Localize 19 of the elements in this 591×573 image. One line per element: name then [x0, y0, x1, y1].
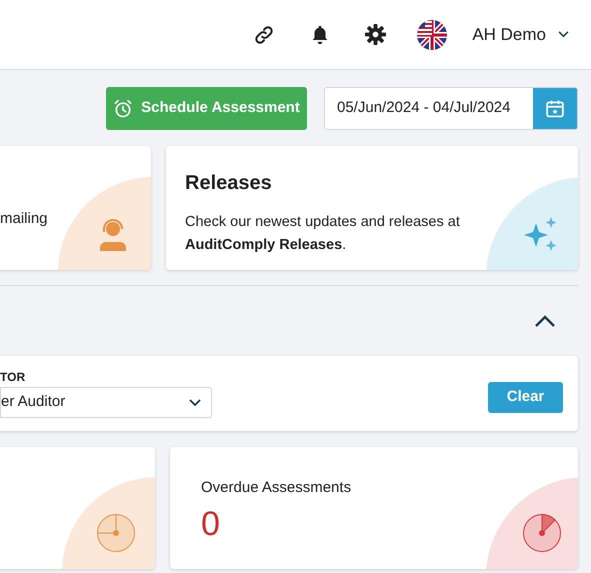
pie-dial-icon	[96, 513, 136, 553]
flag-icon[interactable]	[417, 20, 448, 50]
card-title: Releases	[185, 171, 273, 196]
chevron-down-icon	[558, 31, 569, 38]
settings-icon[interactable]	[364, 23, 388, 46]
chevron-up-icon[interactable]	[535, 315, 555, 327]
auditor-select[interactable]: er Auditor	[0, 387, 212, 418]
filter-label: TOR	[0, 369, 26, 385]
date-range-field[interactable]: 05/Jun/2024 - 04/Jul/2024	[324, 87, 578, 130]
stat-title: Overdue Assessments	[201, 478, 352, 498]
chevron-down-icon	[189, 398, 201, 406]
alarm-clock-icon	[113, 98, 134, 118]
card-text: Check our newest updates and releases at AuditComply Releases.	[185, 213, 461, 255]
user-menu[interactable]: AH Demo	[472, 22, 569, 48]
link-icon[interactable]	[253, 24, 276, 46]
stat-value: 0	[201, 504, 220, 544]
card-text: mailing	[0, 209, 49, 229]
pie-dial-icon	[522, 513, 562, 553]
calendar-icon[interactable]	[533, 88, 577, 129]
